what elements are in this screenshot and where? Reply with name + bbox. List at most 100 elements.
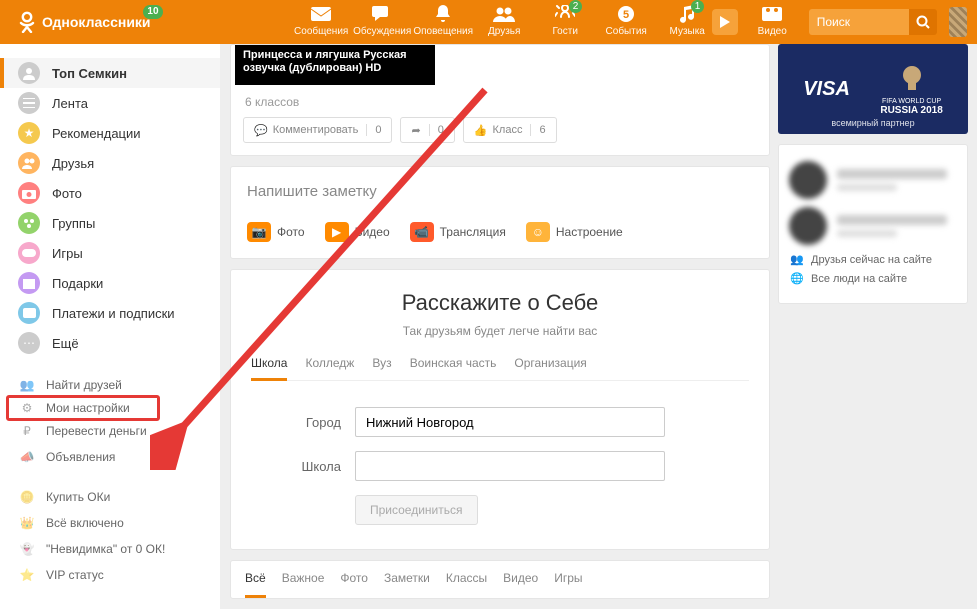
about-tabs: Школа Колледж Вуз Воинская часть Организ… xyxy=(251,356,749,381)
dots-icon: ⋯ xyxy=(18,332,40,354)
filter-all[interactable]: Всё xyxy=(245,571,266,598)
chat-icon xyxy=(372,5,392,23)
notif-badge: 10 xyxy=(143,5,162,19)
post-likes[interactable]: 6 классов xyxy=(245,95,769,109)
school-input[interactable] xyxy=(355,451,665,481)
gamepad-icon xyxy=(18,242,40,264)
city-input[interactable] xyxy=(355,407,665,437)
filter-classes[interactable]: Классы xyxy=(446,571,487,598)
tab-army[interactable]: Воинская часть xyxy=(410,356,497,380)
photo-icon: 📷 xyxy=(247,222,271,242)
smile-icon: ☺ xyxy=(526,222,550,242)
sidebar-gifts[interactable]: Подарки xyxy=(0,268,220,298)
top-header: Одноклассники 10 Сообщения Обсуждения Оп… xyxy=(0,0,977,44)
sidebar-friends[interactable]: Друзья xyxy=(0,148,220,178)
tab-school[interactable]: Школа xyxy=(251,356,287,381)
promo-buy-ok[interactable]: 🪙Купить ОКи xyxy=(0,484,220,510)
sidebar-more[interactable]: ⋯Ещё xyxy=(0,328,220,358)
ok-currency-icon: 🪙 xyxy=(18,488,36,506)
friends-widget: 👥Друзья сейчас на сайте 🌐Все люди на сай… xyxy=(778,144,968,304)
svg-text:5: 5 xyxy=(623,9,629,21)
right-column: VISA FIFA WORLD CUP RUSSIA 2018 всемирны… xyxy=(778,44,968,609)
ad-foot: всемирный партнер xyxy=(778,118,968,128)
filter-photo[interactable]: Фото xyxy=(340,571,368,598)
friends-icon xyxy=(493,6,515,22)
crown-icon: 👑 xyxy=(18,514,36,532)
header-spacer xyxy=(163,0,285,44)
link-all-people[interactable]: 🌐Все люди на сайте xyxy=(789,272,957,285)
search-input[interactable] xyxy=(809,9,909,35)
gear-icon: ⚙ xyxy=(18,399,36,417)
attach-photo[interactable]: 📷Фото xyxy=(247,222,305,242)
feed-filters: Всё Важное Фото Заметки Классы Видео Игр… xyxy=(230,560,770,599)
tool-ads[interactable]: 📣Объявления xyxy=(0,444,220,470)
ok-logo-icon xyxy=(18,11,36,33)
search-friends-icon: 👥 xyxy=(18,376,36,394)
site-logo[interactable]: Одноклассники 10 xyxy=(18,11,151,33)
nav-music[interactable]: Музыка1 xyxy=(657,0,718,37)
join-button[interactable]: Присоединиться xyxy=(355,495,478,525)
class-button[interactable]: 👍 Класс6 xyxy=(463,117,557,143)
filter-important[interactable]: Важное xyxy=(282,571,325,598)
trophy-icon xyxy=(897,63,927,93)
sidebar-photos[interactable]: Фото xyxy=(0,178,220,208)
header-avatar[interactable] xyxy=(949,7,967,37)
sidebar-games[interactable]: Игры xyxy=(0,238,220,268)
about-card: Расскажите о Себе Так друзьям будет легч… xyxy=(230,269,770,550)
site-name: Одноклассники xyxy=(42,14,151,30)
promo-vip[interactable]: ⭐VIP статус xyxy=(0,562,220,588)
ruble-icon: ₽ xyxy=(18,422,36,440)
share-button[interactable]: ➦0 xyxy=(400,117,454,143)
filter-video[interactable]: Видео xyxy=(503,571,538,598)
ad-brand: VISA xyxy=(803,78,850,101)
sidebar-recs[interactable]: ★Рекомендации xyxy=(0,118,220,148)
promo-invisible[interactable]: 👻"Невидимка" от 0 ОК! xyxy=(0,536,220,562)
sidebar-payments[interactable]: Платежи и подписки xyxy=(0,298,220,328)
nav-friends[interactable]: Друзья xyxy=(474,0,535,37)
star-icon: ★ xyxy=(18,122,40,144)
sidebar: Топ Семкин Лента ★Рекомендации Друзья Фо… xyxy=(0,44,220,609)
sidebar-profile[interactable]: Топ Семкин xyxy=(0,58,220,88)
tab-org[interactable]: Организация xyxy=(514,356,586,380)
tab-uni[interactable]: Вуз xyxy=(372,356,391,380)
nav-notifications[interactable]: Оповещения xyxy=(413,0,474,37)
avatar-icon xyxy=(18,62,40,84)
sidebar-feed[interactable]: Лента xyxy=(0,88,220,118)
nav-events[interactable]: 5События xyxy=(596,0,657,37)
post-thumb[interactable]: Принцесса и лягушка Русская озвучка (дуб… xyxy=(235,45,435,85)
megaphone-icon: 📣 xyxy=(18,448,36,466)
ad-event: RUSSIA 2018 xyxy=(880,105,942,116)
nav-video[interactable]: Видео xyxy=(742,0,803,37)
nav-messages[interactable]: Сообщения xyxy=(291,0,352,37)
promo-all-in[interactable]: 👑Всё включено xyxy=(0,510,220,536)
tab-college[interactable]: Колледж xyxy=(305,356,354,380)
attach-mood[interactable]: ☺Настроение xyxy=(526,222,623,242)
nav-guests[interactable]: Гости2 xyxy=(535,0,596,37)
search-box xyxy=(809,9,937,35)
filter-games[interactable]: Игры xyxy=(554,571,582,598)
play-icon xyxy=(720,16,730,28)
broadcast-icon: 📹 xyxy=(410,222,434,242)
ad-banner[interactable]: VISA FIFA WORLD CUP RUSSIA 2018 всемирны… xyxy=(778,44,968,134)
friend-row[interactable] xyxy=(789,207,957,245)
search-button[interactable] xyxy=(909,9,937,35)
top-nav: Сообщения Обсуждения Оповещения Друзья Г… xyxy=(291,0,803,44)
groups-icon xyxy=(18,212,40,234)
compose-placeholder[interactable]: Напишите заметку xyxy=(247,183,753,200)
filter-notes[interactable]: Заметки xyxy=(384,571,430,598)
friend-row[interactable] xyxy=(789,161,957,199)
attach-video[interactable]: ▶Видео xyxy=(325,222,390,242)
wallet-icon xyxy=(18,302,40,324)
comment-button[interactable]: 💬 Комментировать0 xyxy=(243,117,392,143)
attach-stream[interactable]: 📹Трансляция xyxy=(410,222,506,242)
tool-transfer[interactable]: ₽Перевести деньги xyxy=(0,418,220,444)
people-icon: 👥 xyxy=(789,253,805,266)
sidebar-groups[interactable]: Группы xyxy=(0,208,220,238)
nav-discussions[interactable]: Обсуждения xyxy=(352,0,413,37)
feed-post: Принцесса и лягушка Русская озвучка (дуб… xyxy=(230,44,770,156)
about-title: Расскажите о Себе xyxy=(251,290,749,316)
link-friends-online[interactable]: 👥Друзья сейчас на сайте xyxy=(789,253,957,266)
mail-icon xyxy=(311,7,331,21)
people-icon xyxy=(18,152,40,174)
ad-tag: FIFA WORLD CUP xyxy=(880,98,942,105)
